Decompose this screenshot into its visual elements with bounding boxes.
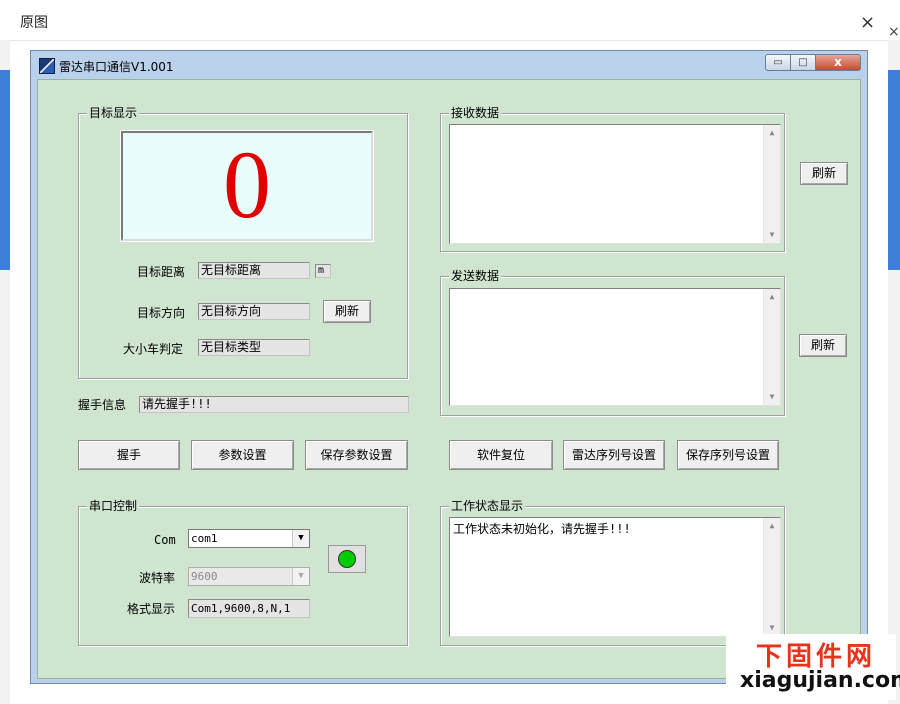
software-reset-button[interactable]: 软件复位 xyxy=(449,440,553,470)
baud-rate-select: 9600 ▼ xyxy=(188,567,310,586)
save-params-button[interactable]: 保存参数设置 xyxy=(305,440,408,470)
scroll-down-icon[interactable]: ▼ xyxy=(764,389,780,405)
target-value-display: 0 xyxy=(121,131,373,241)
app-titlebar[interactable]: 雷达串口通信V1.001 ▭ □ x xyxy=(31,51,867,79)
handshake-label: 握手信息 xyxy=(78,398,127,412)
chevron-down-icon: ▼ xyxy=(292,568,309,585)
status-scrollbar[interactable]: ▲ ▼ xyxy=(763,518,780,636)
receive-refresh-button[interactable]: 刷新 xyxy=(800,162,848,185)
target-display-group: 目标显示 0 目标距离 无目标距离 m 目标方向 无目标方向 刷新 大小车判定 … xyxy=(78,106,408,379)
app-icon xyxy=(39,58,55,74)
background-close-icon[interactable]: × xyxy=(888,24,900,40)
receive-data-title: 接收数据 xyxy=(449,106,502,120)
direction-field: 无目标方向 xyxy=(198,303,310,320)
app-title: 雷达串口通信V1.001 xyxy=(59,60,174,74)
param-settings-button[interactable]: 参数设置 xyxy=(191,440,294,470)
work-status-textarea[interactable]: 工作状态未初始化，请先握手!!! ▲ ▼ xyxy=(449,517,781,637)
scroll-up-icon[interactable]: ▲ xyxy=(764,289,780,305)
handshake-field: 请先握手!!! xyxy=(139,396,409,413)
watermark-logo: 下固件网 xiagujian.com xyxy=(726,634,900,700)
com-select[interactable]: com1 ▼ xyxy=(188,529,310,548)
format-field: Com1,9600,8,N,1 xyxy=(188,599,310,618)
work-status-title: 工作状态显示 xyxy=(449,499,526,513)
handshake-button[interactable]: 握手 xyxy=(78,440,180,470)
scroll-down-icon[interactable]: ▼ xyxy=(764,227,780,243)
receive-data-group: 接收数据 ▲ ▼ xyxy=(440,106,785,252)
send-refresh-button[interactable]: 刷新 xyxy=(799,334,847,357)
app-window: 雷达串口通信V1.001 ▭ □ x 目标显示 0 目标距离 无目标距离 m 目… xyxy=(30,50,868,684)
viewer-title: 原图 xyxy=(20,15,48,31)
serial-control-title: 串口控制 xyxy=(87,499,140,513)
distance-field: 无目标距离 xyxy=(198,262,310,279)
distance-unit: m xyxy=(315,264,331,278)
save-serial-number-button[interactable]: 保存序列号设置 xyxy=(677,440,779,470)
minimize-button[interactable]: ▭ xyxy=(765,54,791,71)
receive-data-textarea[interactable]: ▲ ▼ xyxy=(449,124,781,244)
target-refresh-button[interactable]: 刷新 xyxy=(323,300,371,323)
work-status-content: 工作状态未初始化，请先握手!!! xyxy=(453,522,631,536)
background-accent-right xyxy=(888,70,900,270)
target-big-value: 0 xyxy=(223,131,271,238)
distance-label: 目标距离 xyxy=(137,265,186,279)
com-select-value: com1 xyxy=(191,532,218,545)
baud-rate-value: 9600 xyxy=(191,570,218,583)
receive-scrollbar[interactable]: ▲ ▼ xyxy=(763,125,780,243)
format-label: 格式显示 xyxy=(127,602,176,616)
scroll-up-icon[interactable]: ▲ xyxy=(764,518,780,534)
vehicle-type-label: 大小车判定 xyxy=(123,342,184,356)
chevron-down-icon[interactable]: ▼ xyxy=(292,530,309,547)
watermark-en-text: xiagujian.com xyxy=(740,668,900,693)
baud-rate-label: 波特率 xyxy=(139,571,176,585)
send-data-textarea[interactable]: ▲ ▼ xyxy=(449,288,781,406)
close-button[interactable]: x xyxy=(815,54,861,71)
maximize-button[interactable]: □ xyxy=(790,54,816,71)
send-data-title: 发送数据 xyxy=(449,269,502,283)
send-scrollbar[interactable]: ▲ ▼ xyxy=(763,289,780,405)
send-data-group: 发送数据 ▲ ▼ xyxy=(440,269,785,416)
background-accent-left xyxy=(0,70,10,270)
serial-control-group: 串口控制 Com com1 ▼ 波特率 9600 ▼ 格式显示 Com1,960… xyxy=(78,499,408,646)
radar-serial-number-button[interactable]: 雷达序列号设置 xyxy=(563,440,665,470)
direction-label: 目标方向 xyxy=(137,306,186,320)
connection-indicator xyxy=(328,545,366,573)
work-status-group: 工作状态显示 工作状态未初始化，请先握手!!! ▲ ▼ xyxy=(440,499,785,646)
viewer-titlebar: 原图 × xyxy=(0,0,900,41)
client-area: 目标显示 0 目标距离 无目标距离 m 目标方向 无目标方向 刷新 大小车判定 … xyxy=(37,79,861,679)
vehicle-type-field: 无目标类型 xyxy=(198,339,310,356)
scroll-up-icon[interactable]: ▲ xyxy=(764,125,780,141)
viewer-close-button[interactable]: × xyxy=(860,12,875,33)
target-display-title: 目标显示 xyxy=(87,106,140,120)
status-led-icon xyxy=(338,550,356,568)
com-label: Com xyxy=(154,533,176,547)
